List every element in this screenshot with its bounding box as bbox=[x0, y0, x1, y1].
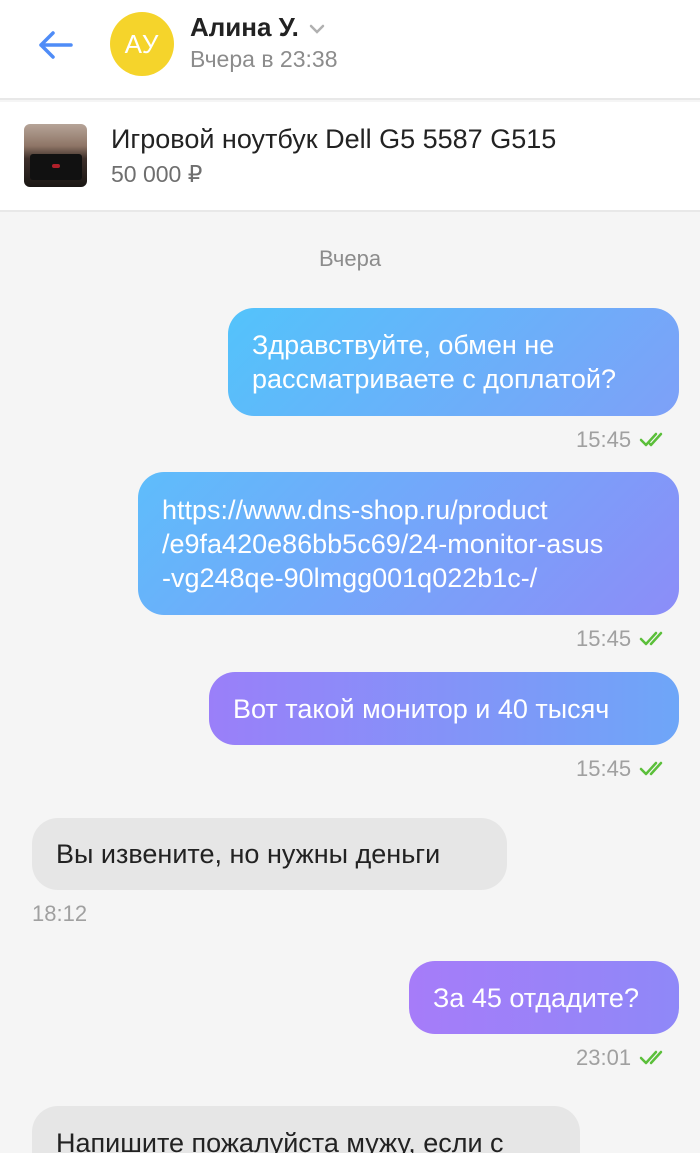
outgoing-message[interactable]: https://www.dns-shop.ru/product /e9fa420… bbox=[138, 472, 679, 615]
message-text: Вы извените, но нужны деньги bbox=[56, 839, 441, 869]
incoming-message[interactable]: Вы извените, но нужны деньги bbox=[32, 818, 507, 890]
double-check-icon bbox=[639, 432, 663, 447]
product-thumbnail bbox=[24, 124, 87, 187]
arrow-left-icon bbox=[39, 31, 73, 59]
last-seen-status: Вчера в 23:38 bbox=[190, 46, 338, 72]
outgoing-message[interactable]: За 45 отдадите? bbox=[409, 961, 679, 1034]
product-card[interactable]: Игровой ноутбук Dell G5 5587 G515 50 000… bbox=[0, 102, 700, 212]
product-price: 50 000 ₽ bbox=[111, 161, 203, 187]
message-text: Вот такой монитор и 40 тысяч bbox=[233, 693, 610, 724]
message-time: 15:45 bbox=[576, 427, 669, 453]
date-separator: Вчера bbox=[318, 246, 382, 271]
message-time: 18:12 bbox=[32, 901, 88, 926]
message-link[interactable]: https://www.dns-shop.ru/product /e9fa420… bbox=[162, 493, 603, 595]
message-text: Напишите пожалуйста мужу, если с bbox=[56, 1128, 504, 1153]
outgoing-message[interactable]: Здравствуйте, обмен не рассматриваете с … bbox=[228, 308, 679, 416]
product-title: Игровой ноутбук Dell G5 5587 G515 bbox=[111, 124, 557, 154]
double-check-icon bbox=[639, 631, 663, 646]
incoming-message[interactable]: Напишите пожалуйста мужу, если с bbox=[32, 1106, 580, 1153]
back-button[interactable] bbox=[30, 22, 80, 68]
message-time: 23:01 bbox=[576, 1045, 669, 1071]
chevron-down-icon bbox=[309, 24, 325, 34]
contact-name-dropdown[interactable]: Алина У. bbox=[190, 12, 325, 43]
double-check-icon bbox=[639, 1050, 663, 1065]
message-time: 15:45 bbox=[576, 626, 669, 652]
message-text: За 45 отдадите? bbox=[433, 982, 639, 1013]
message-time: 15:45 bbox=[576, 756, 669, 782]
outgoing-message[interactable]: Вот такой монитор и 40 тысяч bbox=[209, 672, 679, 745]
double-check-icon bbox=[639, 761, 663, 776]
contact-name: Алина У. bbox=[190, 12, 299, 42]
avatar[interactable]: АУ bbox=[110, 12, 174, 76]
chat-header: АУ Алина У. Вчера в 23:38 bbox=[0, 0, 700, 100]
message-text: Здравствуйте, обмен не рассматриваете с … bbox=[252, 330, 616, 394]
